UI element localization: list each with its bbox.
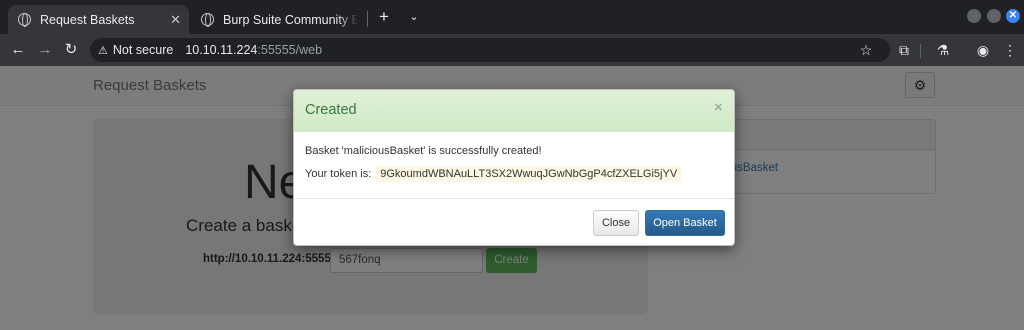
security-label[interactable]: Not secure: [113, 43, 173, 57]
back-arrow-icon[interactable]: ←: [7, 39, 29, 61]
minimize-window-button[interactable]: [967, 9, 981, 23]
tab-burp-suite[interactable]: Burp Suite Community Edition: [191, 5, 366, 34]
created-modal: Created × Basket 'maliciousBasket' is su…: [293, 89, 735, 246]
token-label: Your token is:: [305, 168, 372, 180]
chevron-down-icon[interactable]: ⌄: [404, 7, 424, 27]
kebab-menu-icon[interactable]: ⋮: [999, 39, 1021, 61]
modal-title: Created: [305, 102, 357, 118]
profile-icon[interactable]: ◉: [972, 39, 994, 61]
url-path: :55555/web: [257, 43, 323, 57]
extensions-icon[interactable]: ⧉: [893, 39, 915, 61]
success-message: Basket 'maliciousBasket' is successfully…: [305, 145, 542, 157]
browser-toolbar: ← → ↻ ⚠ Not secure 10.10.11.224 :55555/w…: [0, 34, 1024, 66]
globe-icon: [18, 13, 31, 27]
labs-flask-icon[interactable]: ⚗: [932, 39, 954, 61]
modal-header: Created ×: [294, 90, 734, 132]
tab-separator: [367, 11, 368, 27]
tab-strip: Request Baskets ✕ Burp Suite Community E…: [0, 0, 1024, 34]
maximize-window-button[interactable]: [987, 9, 1001, 23]
address-bar[interactable]: ⚠ Not secure 10.10.11.224 :55555/web: [90, 38, 890, 62]
close-window-button[interactable]: ✕: [1006, 9, 1020, 23]
close-button[interactable]: Close: [593, 210, 639, 236]
toolbar-divider: [920, 44, 921, 58]
globe-icon: [201, 13, 214, 27]
token-value: 9GkoumdWBNAuLLT3SX2WwuqJGwNbGgP4cfZXELGi…: [376, 166, 682, 182]
close-tab-icon[interactable]: ✕: [170, 12, 181, 28]
close-icon[interactable]: ×: [714, 99, 723, 116]
url-host: 10.10.11.224: [185, 43, 258, 57]
tab-title: Request Baskets: [40, 12, 135, 27]
warning-icon[interactable]: ⚠: [98, 44, 108, 57]
token-row: Your token is: 9GkoumdWBNAuLLT3SX2WwuqJG…: [305, 166, 682, 182]
modal-footer: Close Open Basket: [294, 198, 734, 245]
open-basket-button[interactable]: Open Basket: [645, 210, 725, 236]
reload-icon[interactable]: ↻: [60, 39, 82, 61]
tab-title: Burp Suite Community Edition: [223, 12, 358, 27]
bookmark-star-icon[interactable]: ☆: [855, 39, 877, 61]
forward-arrow-icon[interactable]: →: [34, 39, 56, 61]
tab-request-baskets[interactable]: Request Baskets ✕: [8, 5, 189, 34]
new-tab-button[interactable]: +: [374, 7, 394, 27]
